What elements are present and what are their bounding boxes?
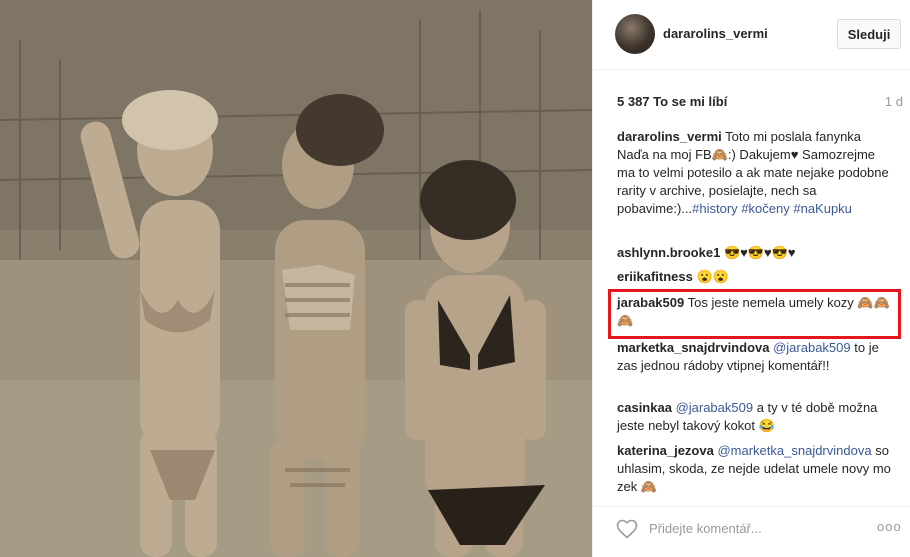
comment-item: ashlynn.brooke1 😎♥😎♥😎♥: [617, 244, 893, 262]
post-header: dararolins_vermi Sleduji: [593, 0, 910, 70]
highlight-box: [608, 289, 901, 339]
vintage-beach-photo: [0, 0, 592, 557]
avatar[interactable]: [615, 14, 655, 54]
comment-username[interactable]: marketka_snajdrvindova: [617, 340, 769, 355]
comment-username[interactable]: ashlynn.brooke1: [617, 245, 720, 260]
post-time[interactable]: 1 d: [885, 94, 903, 109]
comment-username[interactable]: eriikafitness: [617, 269, 693, 284]
comment-input[interactable]: [649, 518, 859, 538]
comment-username[interactable]: dararolins_vermi: [617, 129, 722, 144]
likes-row: 5 387 To se mi líbí 1 d: [617, 94, 903, 110]
hashtag-link[interactable]: #history: [692, 201, 738, 216]
comment-footer: ooo: [593, 506, 910, 557]
follow-button[interactable]: Sleduji: [837, 19, 901, 49]
post-photo[interactable]: [0, 0, 592, 557]
more-options-icon[interactable]: ooo: [877, 519, 902, 534]
mention-link[interactable]: @jarabak509: [773, 340, 851, 355]
comment-text: 😎♥😎♥😎♥: [723, 245, 796, 260]
comment-item: casinkaa @jarabak509 a ty v té době možn…: [617, 399, 893, 435]
likes-count[interactable]: 5 387 To se mi líbí: [617, 94, 727, 109]
comment-username[interactable]: katerina_jezova: [617, 443, 714, 458]
hashtag-link[interactable]: #naKupku: [793, 201, 852, 216]
heart-outline-icon[interactable]: [615, 517, 639, 541]
comment-text: 😮😮: [696, 269, 729, 284]
comment-item: eriikafitness 😮😮: [617, 268, 893, 286]
comment-item: dararolins_vermi Toto mi poslala fanynka…: [617, 128, 893, 218]
post-sidebar: dararolins_vermi Sleduji 5 387 To se mi …: [592, 0, 910, 557]
hashtag-link[interactable]: #kočeny: [741, 201, 789, 216]
owner-username[interactable]: dararolins_vermi: [663, 26, 768, 41]
comment-item: katerina_jezova @marketka_snajdrvindova …: [617, 442, 893, 496]
comment-item: marketka_snajdrvindova @jarabak509 to je…: [617, 339, 893, 375]
comment-username[interactable]: casinkaa: [617, 400, 672, 415]
mention-link[interactable]: @jarabak509: [676, 400, 754, 415]
mention-link[interactable]: @marketka_snajdrvindova: [717, 443, 871, 458]
